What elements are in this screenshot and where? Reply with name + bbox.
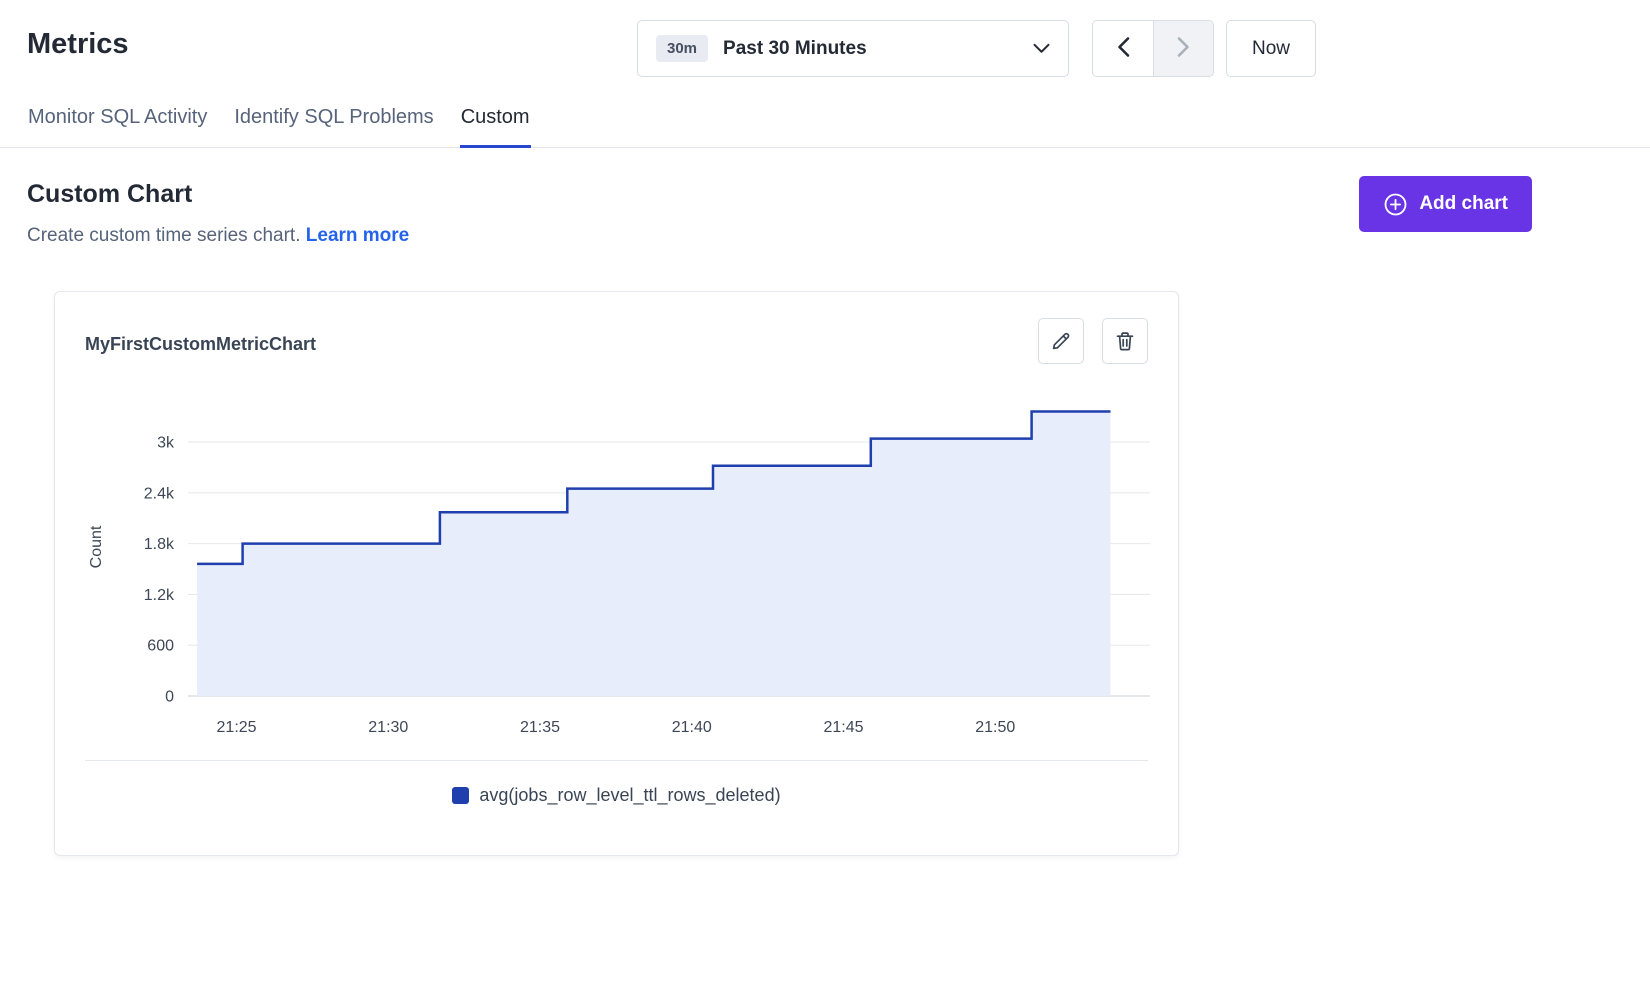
svg-text:Count: Count [88, 525, 105, 568]
now-button[interactable]: Now [1226, 20, 1316, 77]
svg-text:1.8k: 1.8k [144, 536, 175, 553]
custom-chart-plot: 0 600 1.2k 1.8k 2.4k 3k 21:25 21:30 21:35 21:40 21… [85, 386, 1150, 754]
pencil-icon [1050, 330, 1072, 352]
svg-text:1.2k: 1.2k [144, 587, 175, 604]
time-forward-button[interactable] [1153, 21, 1213, 76]
time-range-label: Past 30 Minutes [723, 38, 867, 60]
svg-text:21:50: 21:50 [975, 719, 1015, 736]
svg-text:21:35: 21:35 [520, 719, 560, 736]
svg-text:21:30: 21:30 [368, 719, 408, 736]
svg-text:21:45: 21:45 [823, 719, 863, 736]
section-description-text: Create custom time series chart. [27, 225, 300, 246]
learn-more-link[interactable]: Learn more [306, 225, 409, 246]
svg-text:2.4k: 2.4k [144, 485, 175, 502]
page-title: Metrics [27, 28, 129, 61]
add-chart-label: Add chart [1419, 193, 1508, 215]
plus-circle-icon [1383, 192, 1408, 217]
time-nav-group [1092, 20, 1214, 77]
page-header: Metrics 30m Past 30 Minutes Now [0, 0, 1650, 90]
chevron-down-icon [1033, 43, 1050, 54]
delete-chart-button[interactable] [1102, 318, 1148, 364]
chart-title: MyFirstCustomMetricChart [85, 318, 316, 355]
time-range-dropdown[interactable]: 30m Past 30 Minutes [637, 20, 1069, 77]
time-back-button[interactable] [1093, 21, 1153, 76]
tab-identify-sql-problems[interactable]: Identify SQL Problems [233, 96, 434, 148]
legend-swatch [452, 787, 469, 804]
custom-chart-section: Custom Chart Create custom time series c… [0, 148, 1650, 856]
chevron-right-icon [1177, 36, 1190, 61]
chevron-left-icon [1117, 36, 1130, 61]
svg-text:21:40: 21:40 [672, 719, 712, 736]
svg-text:21:25: 21:25 [217, 719, 257, 736]
svg-text:600: 600 [147, 638, 174, 655]
time-range-badge: 30m [656, 35, 708, 62]
svg-text:0: 0 [165, 689, 174, 706]
svg-text:3k: 3k [157, 435, 175, 452]
card-divider [85, 760, 1148, 761]
edit-chart-button[interactable] [1038, 318, 1084, 364]
tab-custom[interactable]: Custom [460, 96, 531, 148]
custom-chart-card: MyFirstCustomMetricChart 0 600 1.2k 1.8k 2.4… [54, 291, 1179, 856]
tab-monitor-sql-activity[interactable]: Monitor SQL Activity [27, 96, 208, 148]
legend-label: avg(jobs_row_level_ttl_rows_deleted) [479, 785, 780, 806]
add-chart-button[interactable]: Add chart [1359, 176, 1532, 232]
trash-icon [1114, 330, 1136, 352]
chart-legend[interactable]: avg(jobs_row_level_ttl_rows_deleted) [85, 785, 1148, 806]
tab-bar: Monitor SQL Activity Identify SQL Proble… [0, 96, 1650, 148]
